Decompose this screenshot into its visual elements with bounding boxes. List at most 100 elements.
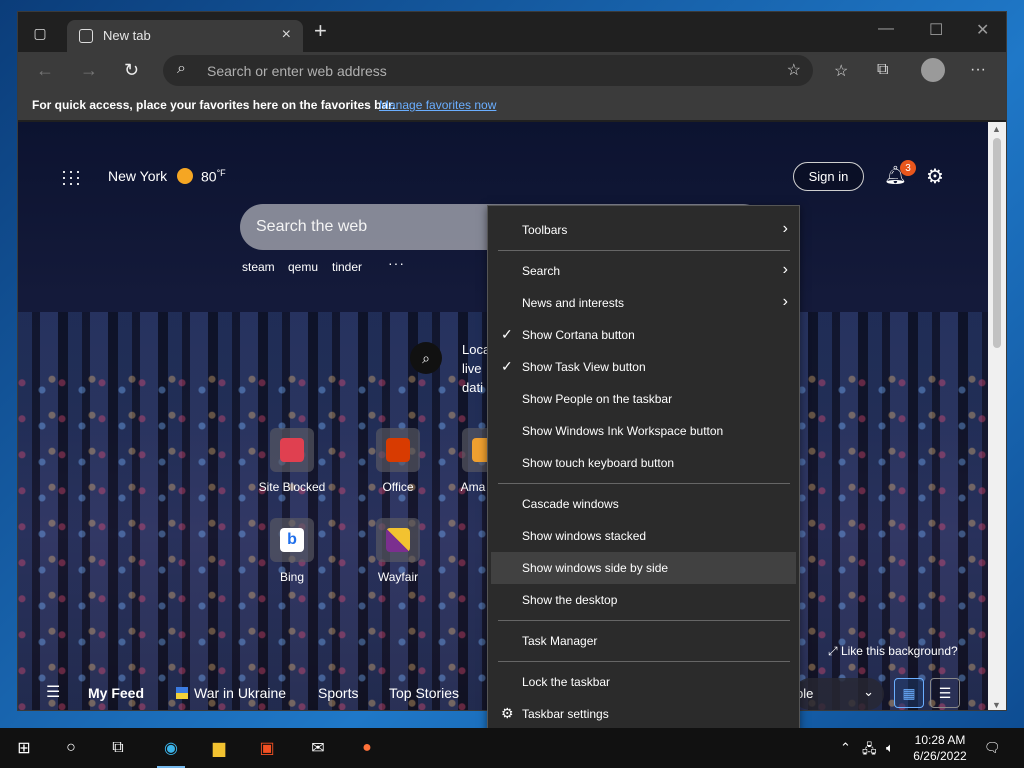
tile-label: Wayfair — [377, 570, 419, 584]
menu-item-search[interactable]: Search › — [491, 255, 796, 287]
toolbar: ← → ↻ ⌕ ☆ ☆ ⧉ ··· — [18, 52, 1006, 90]
mail-icon[interactable]: ✉ — [302, 736, 334, 760]
feed-layout-select[interactable]: ble ⌄ — [794, 678, 884, 710]
windows-taskbar[interactable]: ⊞ ○ ⧉ ◉ ▆ ▣ ✉ ● ⌃ 🖧︎ 🔈︎ 10:28 AM 6/26/20… — [0, 728, 1024, 768]
tab-actions-icon[interactable]: ▢ — [30, 23, 50, 43]
maximize-button[interactable]: ☐ — [929, 20, 943, 40]
web-search-input[interactable] — [256, 216, 496, 238]
menu-item-show-ink-workspace[interactable]: Show Windows Ink Workspace button — [491, 415, 796, 447]
menu-item-taskbar-settings[interactable]: ⚙ Taskbar settings — [491, 698, 796, 730]
menu-separator — [498, 250, 790, 251]
menu-item-show-people[interactable]: Show People on the taskbar — [491, 383, 796, 415]
tab-new-tab[interactable]: New tab × — [67, 20, 303, 52]
quick-link-bing[interactable]: b Bing — [252, 518, 332, 584]
menu-item-news-and-interests[interactable]: News and interests › — [491, 287, 796, 319]
menu-item-show-windows-side-by-side[interactable]: Show windows side by side — [491, 552, 796, 584]
menu-item-lock-the-taskbar[interactable]: Lock the taskbar — [491, 666, 796, 698]
settings-gear-icon[interactable]: ⚙ — [926, 164, 944, 189]
menu-item-label: News and interests — [522, 296, 625, 310]
microsoft-store-icon[interactable]: ▣ — [251, 736, 283, 760]
page-scrollbar[interactable]: ▲ ▼ — [988, 122, 1006, 710]
menu-item-label: Show the desktop — [522, 593, 618, 607]
address-bar[interactable]: ⌕ ☆ — [163, 55, 813, 86]
close-tab-icon[interactable]: × — [282, 26, 291, 44]
bing-icon: b — [270, 518, 314, 562]
trending-search[interactable]: tinder — [332, 260, 362, 274]
cortana-circle-icon[interactable]: ○ — [55, 736, 87, 760]
app-launcher-icon[interactable]: ··· ··· ··· — [61, 162, 82, 192]
chevron-up-icon[interactable]: ⌃ — [840, 740, 851, 756]
grid-view-button[interactable]: ▦ — [894, 678, 924, 708]
scroll-down-icon[interactable]: ▼ — [992, 700, 1001, 710]
edge-browser-icon[interactable]: ◉ — [155, 736, 187, 768]
menu-item-label: Show Task View button — [522, 360, 646, 374]
minimize-button[interactable]: — — [878, 20, 894, 38]
start-windows-icon[interactable]: ⊞ — [8, 736, 40, 760]
quick-link-site-blocked[interactable]: Site Blocked — [252, 428, 332, 494]
menu-item-toolbars[interactable]: Toolbars › — [491, 214, 796, 246]
menu-item-task-manager[interactable]: Task Manager — [491, 625, 796, 657]
hamburger-menu-icon[interactable]: ☰ — [46, 682, 60, 702]
chevron-down-icon: ⌄ — [863, 684, 874, 699]
tile-label: Site Blocked — [258, 480, 326, 494]
like-background-link[interactable]: ⤢ Like this background? — [828, 644, 958, 659]
menu-item-show-the-desktop[interactable]: Show the desktop — [491, 584, 796, 616]
menu-item-label: Search — [522, 264, 561, 278]
file-explorer-icon[interactable]: ▆ — [203, 736, 235, 760]
more-trending-icon[interactable]: ··· — [388, 255, 405, 271]
feed-tab-top-stories[interactable]: Top Stories — [389, 685, 459, 701]
refresh-icon[interactable]: ↻ — [124, 60, 139, 81]
action-center-icon[interactable]: 🗨︎ — [984, 740, 1001, 756]
network-icon[interactable]: 🖧︎ — [862, 740, 877, 762]
firefox-icon[interactable]: ● — [351, 736, 383, 760]
taskbar-clock[interactable]: 10:28 AM 6/26/2022 — [900, 732, 980, 764]
menu-item-label: Lock the taskbar — [522, 675, 611, 689]
forward-icon[interactable]: → — [80, 60, 98, 81]
menu-item-show-windows-stacked[interactable]: Show windows stacked — [491, 520, 796, 552]
menu-separator — [498, 620, 790, 621]
submenu-arrow-icon: › — [782, 261, 788, 278]
menu-item-label: Show People on the taskbar — [522, 392, 673, 406]
trending-search[interactable]: qemu — [288, 260, 318, 274]
feed-tab-war-in-ukraine[interactable]: War in Ukraine — [176, 685, 286, 701]
quick-link-office[interactable]: Office — [358, 428, 438, 494]
feed-tab-sports[interactable]: Sports — [318, 685, 358, 701]
menu-item-label: Show Windows Ink Workspace button — [522, 424, 724, 438]
menu-item-show-task-view-button[interactable]: ✓ Show Task View button — [491, 351, 796, 383]
quick-link-wayfair[interactable]: Wayfair — [358, 518, 438, 584]
search-icon: ⌕ — [177, 60, 186, 77]
add-favorite-icon[interactable]: ☆ — [787, 60, 801, 80]
weather-location[interactable]: New York — [108, 168, 167, 184]
sign-in-button[interactable]: Sign in — [793, 162, 864, 191]
volume-icon[interactable]: 🔈︎ — [886, 740, 894, 756]
menu-item-show-cortana-button[interactable]: ✓ Show Cortana button — [491, 319, 796, 351]
favorites-icon[interactable]: ☆ — [834, 61, 848, 81]
menu-item-cascade-windows[interactable]: Cascade windows — [491, 488, 796, 520]
tab-title: New tab — [103, 28, 151, 43]
scrollbar-thumb[interactable] — [993, 138, 1001, 348]
close-window-button[interactable]: ✕ — [976, 20, 989, 40]
sun-icon — [177, 168, 193, 184]
new-tab-button[interactable]: + — [314, 20, 327, 42]
visual-search-icon[interactable]: ⌕ — [410, 342, 442, 374]
back-icon[interactable]: ← — [36, 60, 54, 81]
address-input[interactable] — [207, 61, 747, 81]
wayfair-icon — [376, 518, 420, 562]
collections-icon[interactable]: ⧉ — [877, 61, 888, 79]
menu-item-show-touch-keyboard[interactable]: Show touch keyboard button — [491, 447, 796, 479]
trending-search[interactable]: steam — [242, 260, 275, 274]
scroll-up-icon[interactable]: ▲ — [992, 124, 1001, 134]
feed-tab-my-feed[interactable]: My Feed — [88, 685, 144, 701]
tab-strip: ▢ New tab × + — ☐ ✕ — [18, 12, 1006, 52]
checkmark-icon: ✓ — [501, 326, 513, 342]
manage-favorites-link[interactable]: Manage favorites now — [379, 98, 496, 112]
task-view-icon[interactable]: ⧉ — [102, 736, 134, 760]
favorites-bar-text: For quick access, place your favorites h… — [32, 98, 396, 112]
tile-label: Bing — [279, 570, 305, 584]
more-icon[interactable]: ··· — [970, 61, 986, 79]
expand-icon: ⤢ — [828, 644, 841, 658]
site-blocked-icon — [270, 428, 314, 472]
list-view-button[interactable]: ☰ — [930, 678, 960, 708]
weather-temperature[interactable]: 80°F — [201, 168, 226, 185]
profile-avatar[interactable] — [921, 58, 945, 82]
